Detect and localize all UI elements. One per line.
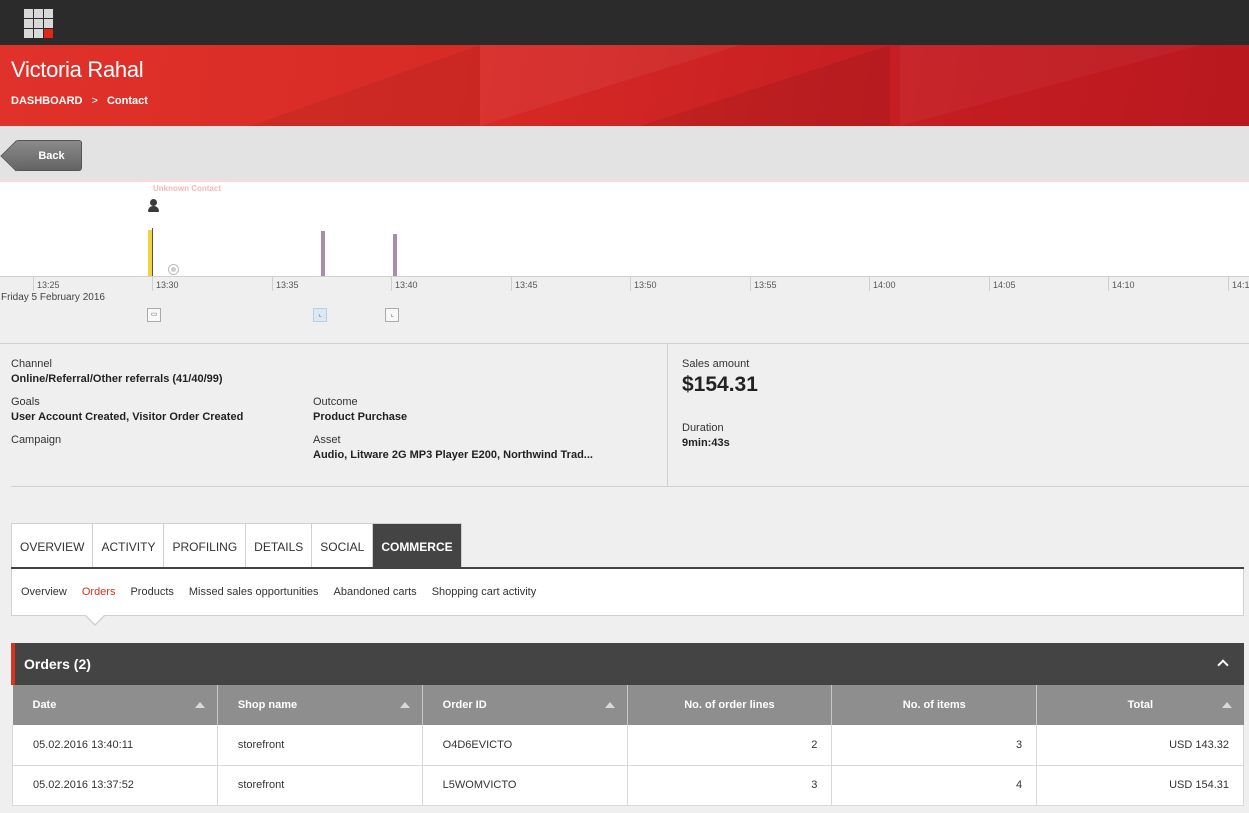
orders-table: Date Shop name Order ID No. of order lin… xyxy=(12,685,1244,806)
table-header-row: Date Shop name Order ID No. of order lin… xyxy=(12,685,1244,725)
orders-panel-header[interactable]: Orders (2) xyxy=(11,643,1244,685)
outcome-label: Outcome xyxy=(313,396,358,408)
axis-tick: 14:10 xyxy=(1108,277,1135,291)
person-icon[interactable] xyxy=(148,199,159,213)
column-header-order-lines[interactable]: No. of order lines xyxy=(627,685,833,725)
sort-asc-icon xyxy=(604,702,615,708)
duration-value: 9min:43s xyxy=(682,437,730,449)
column-header-date[interactable]: Date xyxy=(12,685,218,725)
subtab-abandoned-carts[interactable]: Abandoned carts xyxy=(334,586,417,598)
breadcrumb: DASHBOARD > Contact xyxy=(11,95,148,107)
asset-field: Asset Audio, Litware 2G MP3 Player E200,… xyxy=(313,434,593,461)
axis-tick: 14:00 xyxy=(869,277,896,291)
chevron-up-icon[interactable] xyxy=(1218,658,1228,668)
tab-social[interactable]: SOCIAL xyxy=(312,524,374,569)
channel-label: Channel xyxy=(11,358,52,370)
sales-amount-value: $154.31 xyxy=(682,373,758,396)
cell-total: USD 143.32 xyxy=(1036,725,1244,766)
subtab-cart-activity[interactable]: Shopping cart activity xyxy=(432,586,537,598)
duration-label: Duration xyxy=(682,422,724,434)
timeline-marker xyxy=(152,228,153,278)
table-row[interactable]: 05.02.2016 13:40:11 storefront O4D6EVICT… xyxy=(12,725,1244,766)
cell-order-lines: 2 xyxy=(627,725,833,766)
tab-activity[interactable]: ACTIVITY xyxy=(93,524,165,569)
tab-profiling[interactable]: PROFILING xyxy=(164,524,247,569)
top-bar xyxy=(0,0,1249,45)
goals-field: Goals User Account Created, Visitor Orde… xyxy=(11,396,243,423)
breadcrumb-separator: > xyxy=(91,95,98,107)
duration-field: Duration 9min:43s xyxy=(682,422,730,449)
column-header-total[interactable]: Total xyxy=(1036,685,1244,725)
breadcrumb-dashboard[interactable]: DASHBOARD xyxy=(11,95,83,107)
axis-tick: 13:40 xyxy=(391,277,418,291)
cell-order-lines: 3 xyxy=(627,765,833,806)
visit-dot-icon[interactable] xyxy=(168,264,179,275)
sort-asc-icon xyxy=(194,702,205,708)
page-event-icon[interactable]: ▭ xyxy=(147,308,161,322)
column-header-shop-name[interactable]: Shop name xyxy=(217,685,423,725)
cell-date: 05.02.2016 13:37:52 xyxy=(12,765,218,806)
sort-asc-icon xyxy=(1221,702,1232,708)
cell-shop-name: storefront xyxy=(217,725,423,766)
chart-event-icon[interactable]: ⌞ xyxy=(313,308,327,322)
sales-amount-field: Sales amount $154.31 xyxy=(682,358,758,397)
cell-total: USD 154.31 xyxy=(1036,765,1244,806)
visit-info-panel: Channel Online/Referral/Other referrals … xyxy=(0,343,1249,487)
sub-tabs: Overview Orders Products Missed sales op… xyxy=(11,569,1244,616)
timeline-event-bar[interactable] xyxy=(393,234,397,276)
cell-order-id: O4D6EVICTO xyxy=(422,725,628,766)
timeline: Unknown Contact xyxy=(0,180,1249,278)
asset-label: Asset xyxy=(313,434,341,446)
tab-details[interactable]: DETAILS xyxy=(246,524,313,569)
channel-field: Channel Online/Referral/Other referrals … xyxy=(11,358,223,385)
unknown-contact-label: Unknown Contact xyxy=(153,184,221,193)
sort-asc-icon xyxy=(399,702,410,708)
breadcrumb-contact: Contact xyxy=(106,95,148,107)
timeline-event-bar[interactable] xyxy=(148,230,152,276)
subtab-overview[interactable]: Overview xyxy=(21,586,67,598)
tab-commerce[interactable]: COMMERCE xyxy=(373,524,461,569)
orders-title: Orders (2) xyxy=(24,656,91,672)
campaign-field: Campaign xyxy=(11,434,61,449)
axis-tick: 13:30 xyxy=(152,277,179,291)
goals-value: User Account Created, Visitor Order Crea… xyxy=(11,411,244,423)
main-tabs: OVERVIEW ACTIVITY PROFILING DETAILS SOCI… xyxy=(11,523,462,569)
column-header-items[interactable]: No. of items xyxy=(831,685,1038,725)
axis-tick: 13:50 xyxy=(630,277,657,291)
channel-value: Online/Referral/Other referrals (41/40/9… xyxy=(11,373,223,385)
axis-tick: 13:25 xyxy=(33,277,60,291)
page-header: Victoria Rahal DASHBOARD > Contact xyxy=(0,45,1249,126)
axis-tick: 14:1 xyxy=(1228,277,1249,291)
tab-overview[interactable]: OVERVIEW xyxy=(12,524,94,569)
action-bar: Back xyxy=(0,126,1249,180)
subtab-missed-sales[interactable]: Missed sales opportunities xyxy=(189,586,319,598)
axis-tick: 14:05 xyxy=(989,277,1016,291)
subtab-orders[interactable]: Orders xyxy=(82,586,116,598)
page-title: Victoria Rahal xyxy=(11,57,144,82)
axis-tick: 13:45 xyxy=(511,277,538,291)
timeline-date: Friday 5 February 2016 xyxy=(1,292,105,303)
outcome-value: Product Purchase xyxy=(313,411,408,423)
subtab-pointer xyxy=(86,615,104,624)
cell-order-id: L5WOMVICTO xyxy=(422,765,628,806)
cell-shop-name: storefront xyxy=(217,765,423,806)
axis-tick: 13:35 xyxy=(272,277,299,291)
timeline-axis: 13:25 13:30 13:35 13:40 13:45 13:50 13:5… xyxy=(0,276,1249,298)
campaign-label: Campaign xyxy=(11,434,62,446)
asset-value: Audio, Litware 2G MP3 Player E200, North… xyxy=(313,449,593,461)
sales-amount-label: Sales amount xyxy=(682,358,750,370)
timeline-event-bar[interactable] xyxy=(321,231,325,276)
back-button[interactable]: Back xyxy=(15,140,82,171)
axis-tick: 13:55 xyxy=(750,277,777,291)
subtab-products[interactable]: Products xyxy=(130,586,173,598)
outcome-field: Outcome Product Purchase xyxy=(313,396,407,423)
cell-items: 3 xyxy=(831,725,1038,766)
app-grid-icon[interactable] xyxy=(24,9,53,38)
column-header-order-id[interactable]: Order ID xyxy=(422,685,628,725)
cell-date: 05.02.2016 13:40:11 xyxy=(12,725,218,766)
table-row[interactable]: 05.02.2016 13:37:52 storefront L5WOMVICT… xyxy=(12,765,1244,806)
chart-event-icon[interactable]: ⌞ xyxy=(385,308,399,322)
cell-items: 4 xyxy=(831,765,1038,806)
goals-label: Goals xyxy=(11,396,40,408)
